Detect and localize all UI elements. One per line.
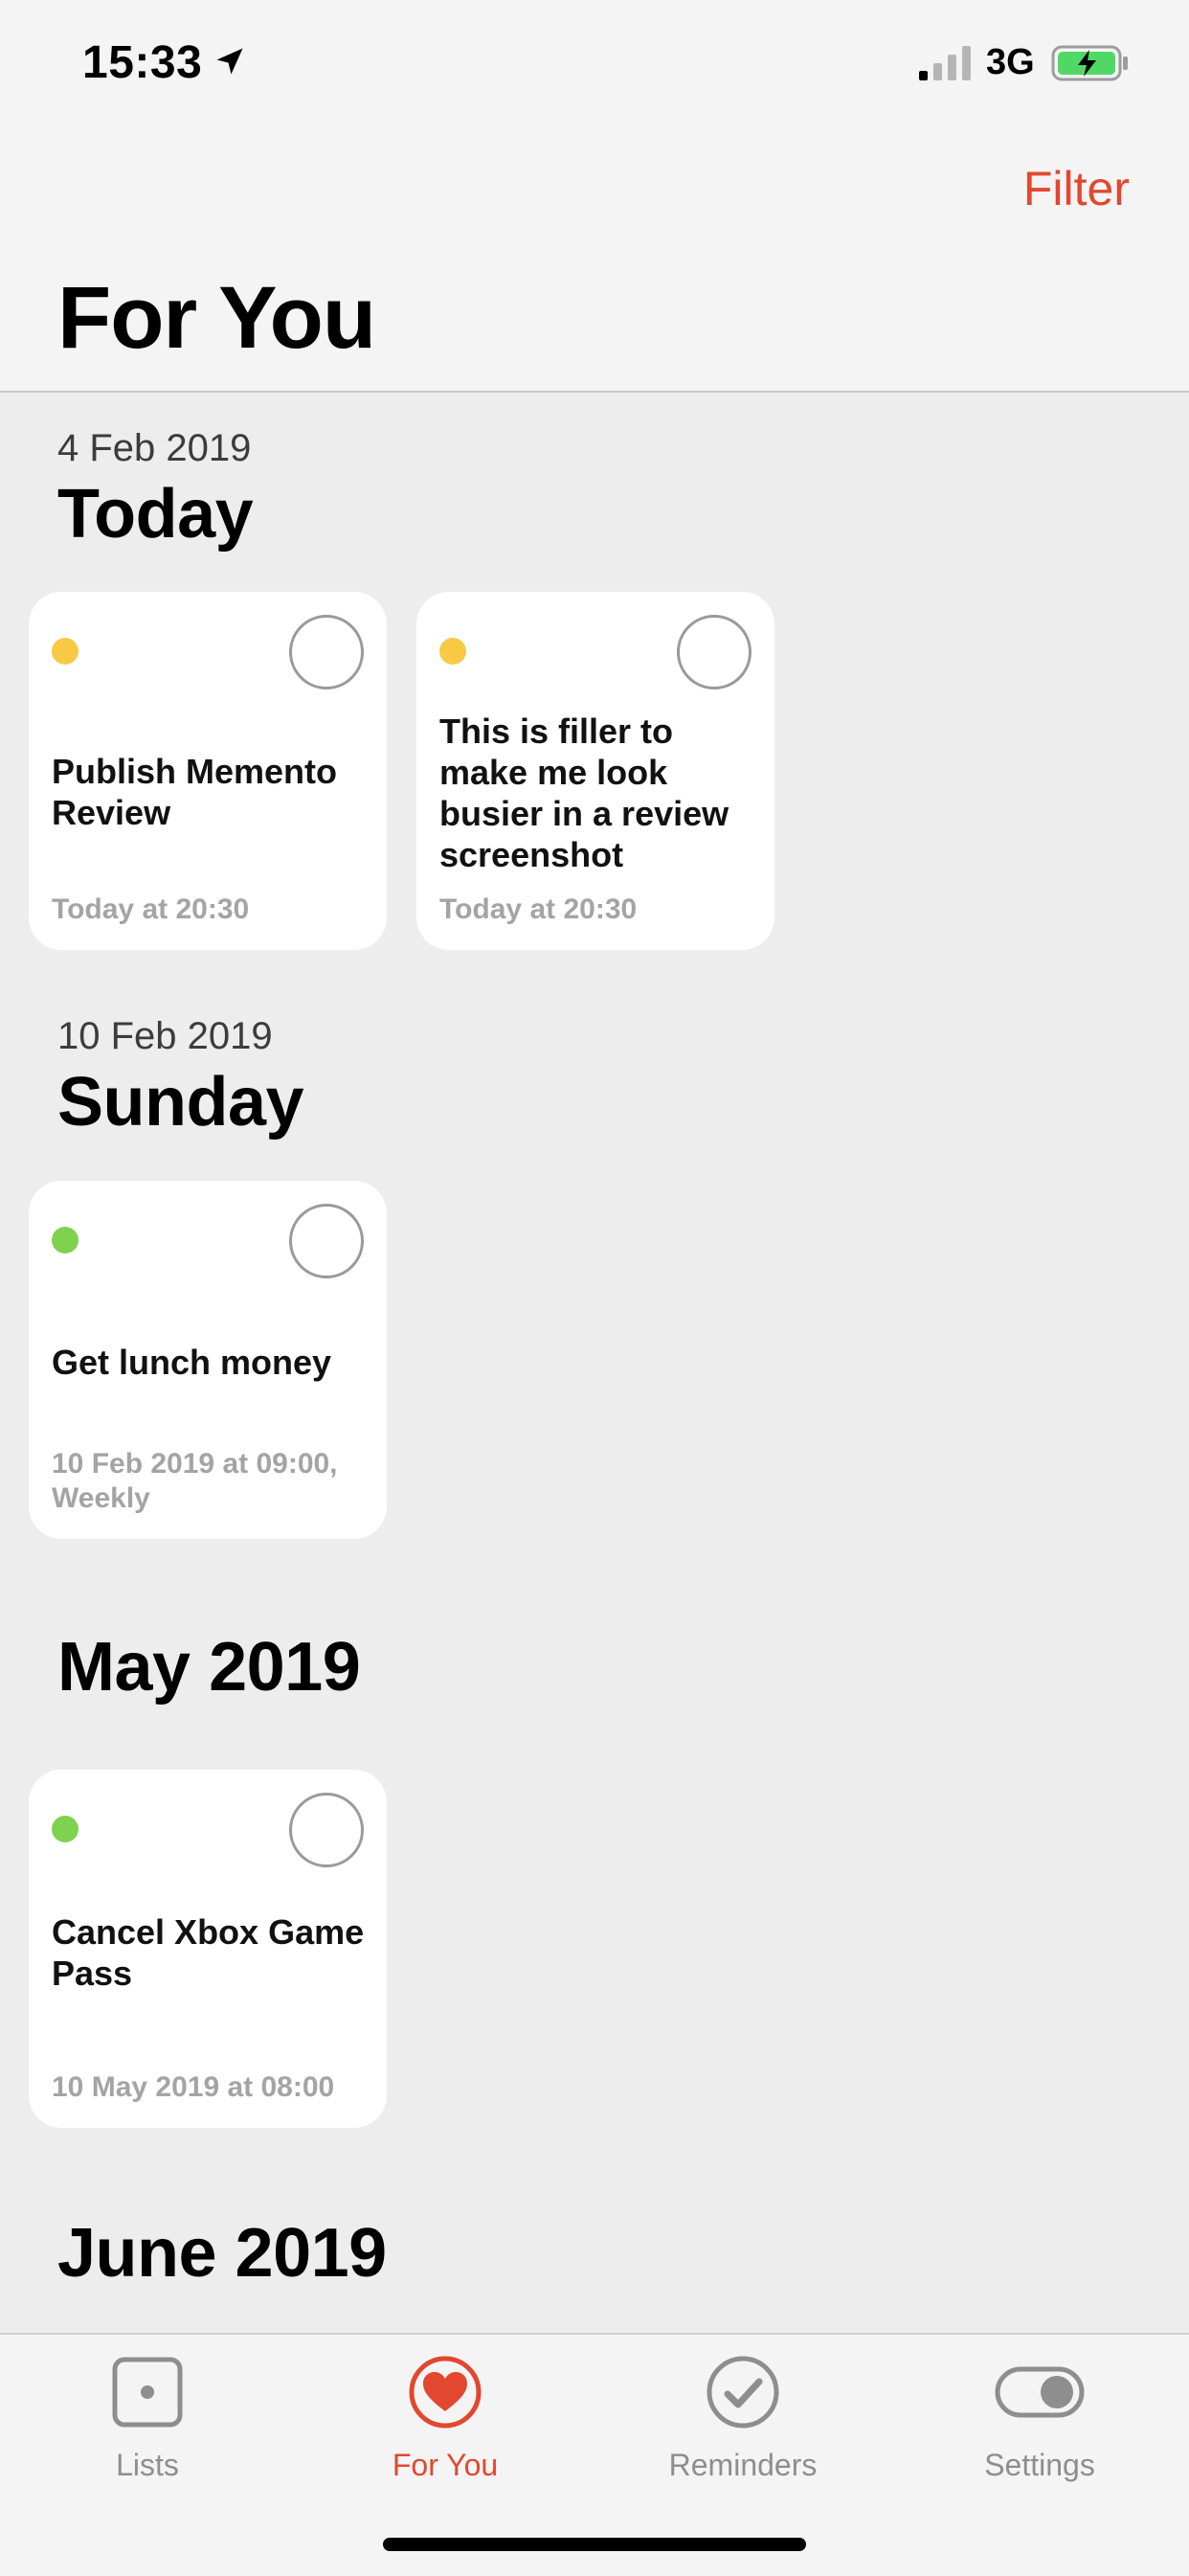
status-bar: 15:33 3G bbox=[0, 0, 1189, 124]
tab-settings[interactable]: Settings bbox=[944, 2354, 1135, 2483]
reminder-title: Cancel Xbox Game Pass bbox=[52, 1912, 365, 1993]
priority-dot bbox=[52, 1227, 79, 1254]
filter-button[interactable]: Filter bbox=[1023, 161, 1130, 216]
cellular-signal-icon bbox=[919, 46, 971, 80]
section-title: June 2019 bbox=[57, 2215, 387, 2292]
section-title: Sunday bbox=[57, 1064, 304, 1141]
complete-checkbox[interactable] bbox=[677, 615, 752, 689]
location-arrow-icon bbox=[216, 48, 243, 75]
tab-reminders[interactable]: Reminders bbox=[647, 2354, 839, 2483]
page-title: For You bbox=[57, 269, 376, 367]
toggle-icon bbox=[995, 2366, 1085, 2418]
heart-icon bbox=[409, 2356, 482, 2429]
network-type: 3G bbox=[986, 42, 1035, 82]
section-title: May 2019 bbox=[57, 1629, 361, 1706]
reminder-date: 10 Feb 2019 at 09:00, Weekly bbox=[52, 1448, 338, 1514]
reminder-date: Today at 20:30 bbox=[52, 893, 250, 925]
reminder-date: 10 May 2019 at 08:00 bbox=[52, 2071, 335, 2103]
priority-dot bbox=[52, 638, 79, 665]
reminder-date: Today at 20:30 bbox=[439, 893, 638, 925]
section-date: 10 Feb 2019 bbox=[57, 1015, 273, 1057]
navigation-header: Filter For You bbox=[0, 124, 1189, 393]
reminder-card[interactable]: Get lunch money 10 Feb 2019 at 09:00, We… bbox=[29, 1181, 387, 1539]
tab-lists[interactable]: Lists bbox=[52, 2354, 243, 2483]
battery-charging-icon bbox=[1051, 45, 1128, 81]
reminder-title: Get lunch money bbox=[52, 1343, 332, 1382]
reminder-title: Publish Memento Review bbox=[52, 752, 338, 832]
priority-dot bbox=[439, 638, 466, 665]
tab-for-you[interactable]: For You bbox=[349, 2354, 541, 2483]
section-date: 4 Feb 2019 bbox=[57, 427, 252, 469]
reminder-card[interactable]: Publish Memento Review Today at 20:30 bbox=[29, 592, 387, 950]
tab-label: Settings bbox=[984, 2448, 1095, 2482]
complete-checkbox[interactable] bbox=[289, 1204, 364, 1278]
section-title: Today bbox=[57, 476, 254, 553]
reminder-card[interactable]: This is filler to make me look busier in… bbox=[416, 592, 774, 950]
reminder-title: This is filler to make me look busier in… bbox=[439, 712, 729, 874]
tab-label: For You bbox=[392, 2448, 499, 2482]
reminder-card[interactable]: Cancel Xbox Game Pass 10 May 2019 at 08:… bbox=[29, 1770, 387, 2128]
tab-label: Lists bbox=[116, 2448, 179, 2482]
tab-label: Reminders bbox=[668, 2448, 818, 2482]
lists-icon bbox=[112, 2357, 183, 2428]
status-time: 15:33 bbox=[82, 37, 203, 88]
home-indicator[interactable] bbox=[383, 2538, 806, 2551]
complete-checkbox[interactable] bbox=[289, 615, 364, 689]
complete-checkbox[interactable] bbox=[289, 1793, 364, 1867]
checkmark-icon bbox=[707, 2356, 779, 2429]
priority-dot bbox=[52, 1816, 79, 1842]
